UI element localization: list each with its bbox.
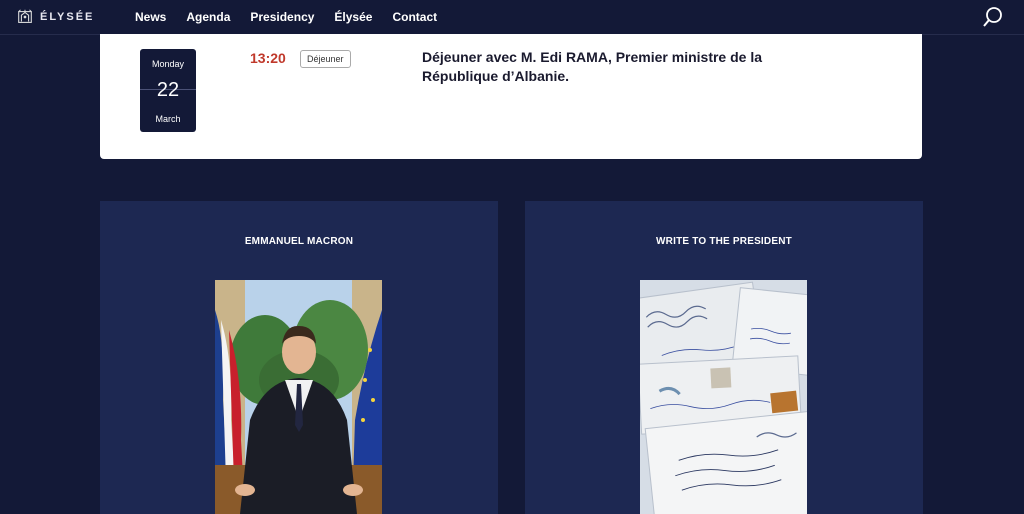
event-time: 13:20 <box>250 50 286 66</box>
write-to-president-panel[interactable]: WRITE TO THE PRESIDENT <box>525 201 923 514</box>
nav-item-agenda[interactable]: Agenda <box>186 10 230 24</box>
main-nav: News Agenda Presidency Élysée Contact <box>135 0 457 34</box>
event-weekday: Monday <box>151 59 185 69</box>
logo-text: ÉLYSÉE <box>40 11 95 23</box>
elysee-crest-icon <box>18 9 32 23</box>
nav-item-news[interactable]: News <box>135 10 166 24</box>
top-navigation-bar: ÉLYSÉE News Agenda Presidency Élysée Con… <box>0 0 1024 35</box>
president-panel-title: EMMANUEL MACRON <box>244 236 354 247</box>
event-category-tag[interactable]: Déjeuner <box>300 50 351 68</box>
nav-item-contact[interactable]: Contact <box>392 10 437 24</box>
write-panel-title: WRITE TO THE PRESIDENT <box>656 236 792 247</box>
nav-item-elysee[interactable]: Élysée <box>334 10 372 24</box>
president-portrait-image <box>215 280 382 514</box>
event-title[interactable]: Déjeuner avec M. Edi RAMA, Premier minis… <box>422 48 782 86</box>
search-icon <box>983 7 1002 27</box>
event-month: March <box>155 114 181 124</box>
letters-image <box>640 280 807 514</box>
nav-item-presidency[interactable]: Presidency <box>250 10 314 24</box>
elysee-logo[interactable]: ÉLYSÉE <box>16 7 94 27</box>
search-button[interactable] <box>982 6 1004 28</box>
event-day: 22 <box>156 79 180 101</box>
agenda-event-card[interactable]: Monday 22 March 13:20 Déjeuner Déjeuner … <box>100 34 922 159</box>
event-date-box: Monday 22 March <box>140 49 196 132</box>
president-panel[interactable]: EMMANUEL MACRON <box>100 201 498 514</box>
